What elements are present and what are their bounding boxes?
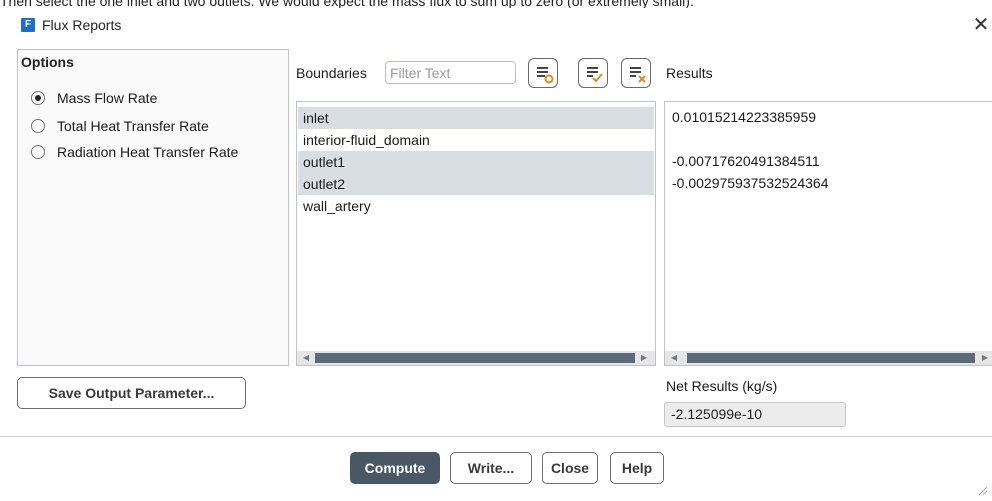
result-line: 0.01015214223385959 [672,109,817,125]
net-results-field: -2.125099e-10 [664,402,846,427]
deselect-all-icon [630,67,646,83]
divider [0,436,992,437]
list-item-inlet[interactable]: inlet [298,107,654,129]
net-results-label: Net Results (kg/s) [666,378,778,394]
boundaries-hscrollbar[interactable]: ◀ ▶ [297,351,655,365]
result-line: -0.002975937532524364 [672,175,829,191]
radio-label: Radiation Heat Transfer Rate [57,144,239,160]
list-item-outlet2[interactable]: outlet2 [298,173,654,195]
resize-grip-icon[interactable] [976,484,988,496]
write-button[interactable]: Write... [450,452,532,484]
background-caption: Then select the one inlet and two outlet… [0,0,694,8]
boundaries-label: Boundaries [296,65,367,81]
close-icon[interactable]: ✕ [972,14,990,36]
options-panel: Options Mass Flow Rate Total Heat Transf… [17,49,289,366]
radio-label: Total Heat Transfer Rate [57,118,209,134]
list-item-interior-fluid-domain[interactable]: interior-fluid_domain [298,129,654,151]
filter-input[interactable] [385,61,516,84]
select-checked-icon [587,67,603,83]
result-line: -0.00717620491384511 [672,153,820,169]
select-checked-button[interactable] [578,58,608,88]
title-bar: F Flux Reports ✕ [0,14,992,42]
radio-mass-flow-rate[interactable]: Mass Flow Rate [31,88,157,108]
list-item-wall-artery[interactable]: wall_artery [298,195,654,217]
radio-button[interactable] [31,119,45,133]
options-title: Options [21,54,74,70]
help-button[interactable]: Help [610,452,664,484]
radio-radiation-heat-transfer-rate[interactable]: Radiation Heat Transfer Rate [31,142,238,162]
radio-button[interactable] [31,91,45,105]
window-title: Flux Reports [42,17,122,33]
scroll-right-icon[interactable]: ▶ [637,351,651,365]
save-output-parameter-button[interactable]: Save Output Parameter... [17,377,246,409]
radio-total-heat-transfer-rate[interactable]: Total Heat Transfer Rate [31,116,209,136]
radio-button[interactable] [31,145,45,159]
compute-button[interactable]: Compute [350,452,440,484]
results-label: Results [666,65,713,81]
list-item-outlet1[interactable]: outlet1 [298,151,654,173]
close-button[interactable]: Close [542,452,598,484]
scroll-thumb[interactable] [687,353,975,363]
deselect-all-button[interactable] [621,58,651,88]
scroll-left-icon[interactable]: ◀ [299,351,313,365]
results-box: 0.01015214223385959 -0.00717620491384511… [664,101,992,366]
results-hscrollbar[interactable]: ◀ ▶ [665,351,992,365]
scroll-thumb[interactable] [315,353,635,363]
scroll-left-icon[interactable]: ◀ [667,351,681,365]
select-all-icon [537,67,554,84]
radio-label: Mass Flow Rate [57,90,158,106]
scroll-right-icon[interactable]: ▶ [978,351,992,365]
boundaries-list[interactable]: inlet interior-fluid_domain outlet1 outl… [296,101,656,366]
app-logo-icon: F [21,18,35,32]
select-all-button[interactable] [528,58,558,88]
